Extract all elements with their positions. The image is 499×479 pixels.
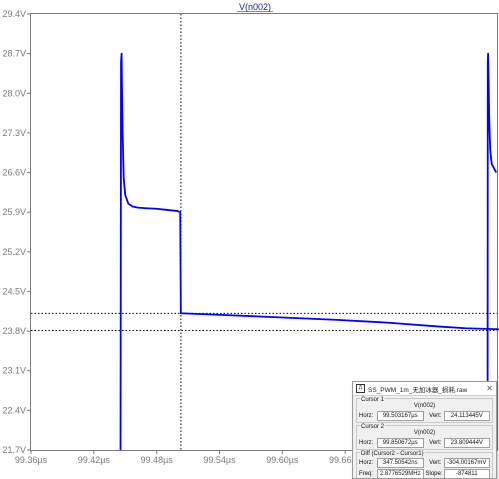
y-tick-label: 25.2V: [2, 247, 26, 257]
diff-freq-field[interactable]: 2.8776529MHz: [377, 468, 424, 478]
y-tick-label: 26.6V: [2, 168, 26, 178]
trace-title[interactable]: V(n002): [239, 2, 271, 12]
cursor-readout-dialog[interactable]: ⎍ SS_PWM_1m_无加冰器_损耗.raw ✕ Cursor 1 V(n00…: [352, 381, 497, 479]
y-tick-label: 23.1V: [2, 366, 26, 376]
cursor2-horz-label: Horz:: [359, 439, 374, 446]
cursor2-horz-field[interactable]: 99.850672µs: [377, 437, 424, 448]
diff-vert-label: Vert:: [429, 459, 442, 466]
cursor1-signal: V(n002): [413, 403, 436, 409]
cursor2-vert-field[interactable]: 23.809444V: [443, 437, 490, 448]
y-tick-label: 24.5V: [2, 286, 26, 296]
diff-horz-field[interactable]: 347.50542ns: [377, 457, 424, 468]
y-tick-label: 22.4V: [2, 405, 26, 415]
ltspice-icon: ⎍: [356, 384, 365, 393]
y-tick-label: 27.3V: [2, 128, 26, 138]
dialog-titlebar[interactable]: ⎍ SS_PWM_1m_无加冰器_损耗.raw ✕: [353, 382, 496, 396]
diff-group-label: Diff (Cursor2 - Cursor1): [360, 451, 425, 457]
cursor2-group-label: Cursor 2: [360, 424, 386, 430]
diff-slope-field[interactable]: -874811: [443, 468, 490, 478]
y-axis: 29.4V 28.7V 28.0V 27.3V 26.6V 25.9V 25.2V 24.5V…: [2, 9, 31, 455]
diff-freq-label: Freq:: [359, 470, 374, 477]
x-tick-label: 99.42µs: [78, 455, 111, 465]
x-tick-label: 99.60µs: [266, 455, 299, 465]
close-icon[interactable]: ✕: [486, 384, 493, 393]
x-tick-label: 99.48µs: [141, 455, 174, 465]
y-tick-label: 29.4V: [2, 9, 26, 19]
diff-slope-label: Slope:: [425, 470, 443, 477]
cursor2-group: Cursor 2 V(n002) Horz: 99.850672µs Vert:…: [356, 424, 493, 450]
y-tick-label: 23.8V: [2, 326, 26, 336]
x-tick-label: 99.54µs: [203, 455, 236, 465]
y-tick-label: 25.9V: [2, 207, 26, 217]
cursor1-group-label: Cursor 1: [360, 397, 386, 403]
cursor1-vert-field[interactable]: 24.113445V: [443, 410, 490, 421]
diff-group: Diff (Cursor2 - Cursor1) Horz: 347.50542…: [356, 451, 493, 478]
diff-vert-field[interactable]: -304.00167mV: [443, 457, 490, 468]
y-tick-label: 21.7V: [2, 445, 26, 455]
cursor1-horz-field[interactable]: 99.503167µs: [377, 410, 424, 421]
diff-horz-label: Horz:: [359, 459, 374, 466]
x-tick-label: 99.36µs: [15, 455, 48, 465]
y-tick-label: 28.7V: [2, 49, 26, 59]
dialog-title: SS_PWM_1m_无加冰器_损耗.raw: [368, 386, 468, 394]
cursor2-vert-label: Vert:: [429, 439, 442, 446]
y-tick-label: 28.0V: [2, 88, 26, 98]
cursor1-group: Cursor 1 V(n002) Horz: 99.503167µs Vert:…: [356, 397, 493, 423]
cursor2-signal: V(n002): [413, 430, 436, 436]
cursor1-vert-label: Vert:: [429, 412, 442, 419]
cursor1-horz-label: Horz:: [359, 412, 374, 419]
